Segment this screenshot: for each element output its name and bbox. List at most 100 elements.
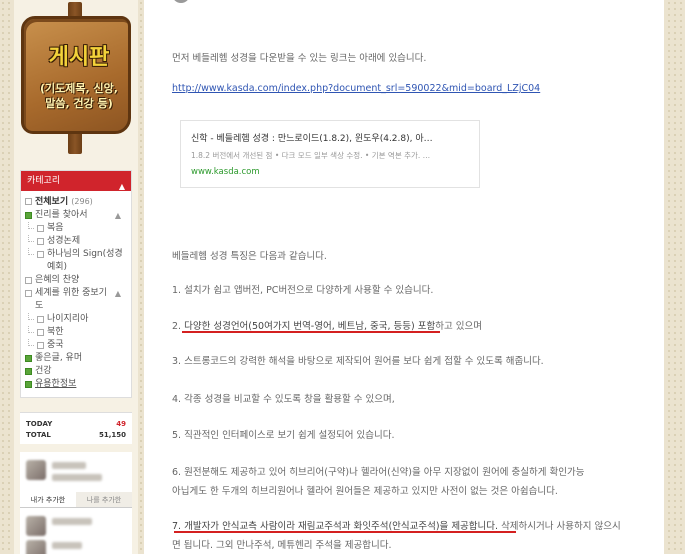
card-description: 1.8.2 버전에서 개선된 점 • 다크 모드 일부 색상 수정. • 기본 … (191, 151, 431, 160)
total-value: 51,150 (98, 431, 126, 439)
category-item-label: 하나님의 Sign(성경 (47, 249, 123, 259)
link-preview-card[interactable]: 신학 - 베들레헴 성경 : 만느로이드(1.8.2), 윈도우(4.2.8),… (180, 120, 480, 188)
feature-2: 2. 다양한 성경언어(50여가지 번역-영어, 베트남, 중국, 등등) 포함… (172, 318, 482, 332)
folder-icon (25, 290, 32, 297)
category-item[interactable]: 은혜의 찬양 (25, 274, 127, 287)
neighbor-name-blurred (52, 462, 86, 469)
folder-icon (37, 329, 44, 336)
card-url: www.kasda.com (191, 167, 260, 177)
tree-line-icon (28, 326, 34, 333)
sign-subtitle: (기도제목, 신앙, 말씀, 건강 등) (28, 81, 130, 111)
category-item-label: 건강 (35, 366, 52, 376)
category-item[interactable]: 진리를 찾아서 ▲ (25, 209, 127, 222)
card-title: 신학 - 베들레헴 성경 : 만느로이드(1.8.2), 윈도우(4.2.8),… (191, 134, 433, 144)
today-value: 49 (116, 420, 126, 428)
neighbor-name-blurred (52, 518, 92, 525)
category-item[interactable]: 세계를 위한 중보기 ▲ (25, 287, 127, 300)
category-item-label: 도 (35, 301, 44, 311)
tree-line-icon (28, 313, 34, 320)
category-item-label: 복음 (47, 223, 64, 233)
category-item[interactable]: 좋은글, 유머 (25, 352, 127, 365)
folder-icon (37, 251, 44, 258)
category-item[interactable]: 전체보기 (296) (25, 195, 127, 209)
folder-icon (37, 238, 44, 245)
folder-icon (37, 342, 44, 349)
neighbors-panel: 내가 추가한 나를 추가한 (20, 452, 132, 554)
category-item[interactable]: 예회) (25, 261, 127, 274)
folder-icon (37, 316, 44, 323)
category-item-count: (296) (71, 197, 93, 206)
highlight-underline (174, 531, 516, 533)
category-list: 전체보기 (296) 진리를 찾아서 ▲ 복음 성경논제 하나님의 Sign(성경 예회) 은… (21, 191, 131, 397)
folder-icon (25, 277, 32, 284)
category-header-label: 카테고리 (27, 176, 61, 186)
new-post-icon (25, 355, 32, 362)
expand-toggle-icon[interactable]: ▲ (115, 209, 121, 222)
new-post-icon (25, 212, 32, 219)
neighbor-tabs: 내가 추가한 나를 추가한 (20, 492, 132, 508)
new-post-icon (25, 368, 32, 375)
feature-4: 4. 각종 성경을 비교할 수 있도록 창을 활용할 수 있으며, (172, 394, 395, 405)
category-header[interactable]: 카테고리 ▲ (21, 171, 131, 191)
today-label: TODAY (26, 420, 53, 428)
right-border-pattern (664, 0, 685, 554)
author-avatar[interactable] (172, 0, 190, 3)
category-panel: 카테고리 ▲ 전체보기 (296) 진리를 찾아서 ▲ 복음 성경논제 하나님의 Sign… (20, 170, 132, 398)
sidebar: 게시판 (기도제목, 신앙, 말씀, 건강 등) 카테고리 ▲ 전체보기 (29… (14, 0, 138, 554)
tree-line-icon (28, 222, 34, 229)
category-item-label: 세계를 위한 중보기 (35, 288, 107, 298)
feature-2-suffix: 하고 있으며 (435, 321, 482, 332)
category-item-label: 성경논제 (47, 236, 81, 246)
neighbor-avatar[interactable] (26, 460, 46, 480)
feature-7-line2: 면 됩니다. 그외 만나주석, 메튜헨리 주석을 제공합니다. (172, 540, 392, 551)
category-item[interactable]: 복음 (25, 222, 127, 235)
category-item-label: 은혜의 찬양 (35, 275, 80, 285)
tab-added-by-me[interactable]: 내가 추가한 (20, 492, 76, 508)
tab-added-me[interactable]: 나를 추가한 (76, 492, 132, 508)
feature-7: 7. 개발자가 안식교측 사람이라 재림교주석과 화잇주석(안식교주석)을 제공… (172, 518, 621, 532)
neighbor-name-blurred (52, 542, 82, 549)
category-item-label: 진리를 찾아서 (35, 210, 88, 220)
today-row: TODAY 49 (26, 420, 126, 430)
category-item[interactable]: 나이지리아 (25, 313, 127, 326)
intro-text: 먼저 베들레헴 성경을 다운받을 수 있는 링크는 아래에 있습니다. (172, 53, 427, 64)
category-item-label: 나이지리아 (47, 314, 89, 324)
neighbor-avatar[interactable] (26, 540, 46, 554)
visit-counter: TODAY 49 TOTAL 51,150 (20, 412, 132, 444)
board-signpost-image: 게시판 (기도제목, 신앙, 말씀, 건강 등) (18, 2, 134, 154)
total-label: TOTAL (26, 431, 51, 439)
tree-line-icon (28, 339, 34, 346)
category-item[interactable]: 유용한정보 (25, 378, 127, 391)
category-item[interactable]: 건강 (25, 365, 127, 378)
collapse-caret-icon[interactable]: ▲ (119, 177, 125, 197)
feature-6-line2: 아닙게도 한 두개의 히브리원어나 헬라어 원어들은 제공하고 있지만 사전이 … (172, 486, 558, 497)
category-item[interactable]: 도 (25, 300, 127, 313)
feature-6-line1: 6. 원전분해도 제공하고 있어 히브리어(구약)나 헬라어(신약)을 아무 지… (172, 467, 585, 478)
post-content: 먼저 베들레헴 성경을 다운받을 수 있는 링크는 아래에 있습니다. http… (144, 0, 664, 554)
feature-3: 3. 스트롱코드의 강력한 해석을 바탕으로 제작되어 원어를 보다 쉽게 접할… (172, 356, 544, 367)
feature-7-suffix: 삭제하시거나 사용하지 않으시 (498, 521, 621, 532)
category-item[interactable]: 북한 (25, 326, 127, 339)
expand-toggle-icon[interactable]: ▲ (115, 287, 121, 300)
feature-1: 1. 설치가 쉽고 앱버전, PC버전으로 다양하게 사용할 수 있습니다. (172, 285, 434, 296)
category-item-label: 전체보기 (35, 197, 69, 207)
download-link[interactable]: http://www.kasda.com/index.php?document_… (172, 83, 540, 94)
category-item-label: 예회) (47, 262, 68, 272)
folder-icon (37, 225, 44, 232)
total-row: TOTAL 51,150 (26, 431, 126, 441)
sign-board: 게시판 (기도제목, 신앙, 말씀, 건강 등) (21, 16, 131, 134)
category-item-label: 유용한정보 (35, 379, 77, 389)
neighbor-avatar[interactable] (26, 516, 46, 536)
highlight-underline (182, 331, 440, 333)
tree-line-icon (28, 235, 34, 242)
tree-line-icon (28, 248, 34, 255)
sign-subtitle-line1: (기도제목, 신앙, (40, 82, 118, 95)
category-item[interactable]: 성경논제 (25, 235, 127, 248)
sign-subtitle-line2: 말씀, 건강 등) (45, 97, 113, 110)
category-item-label: 북한 (47, 327, 64, 337)
neighbor-desc-blurred (52, 474, 102, 481)
category-item[interactable]: 중국 (25, 339, 127, 352)
category-item[interactable]: 하나님의 Sign(성경 (25, 248, 127, 261)
new-post-icon (25, 381, 32, 388)
category-item-label: 중국 (47, 340, 64, 350)
